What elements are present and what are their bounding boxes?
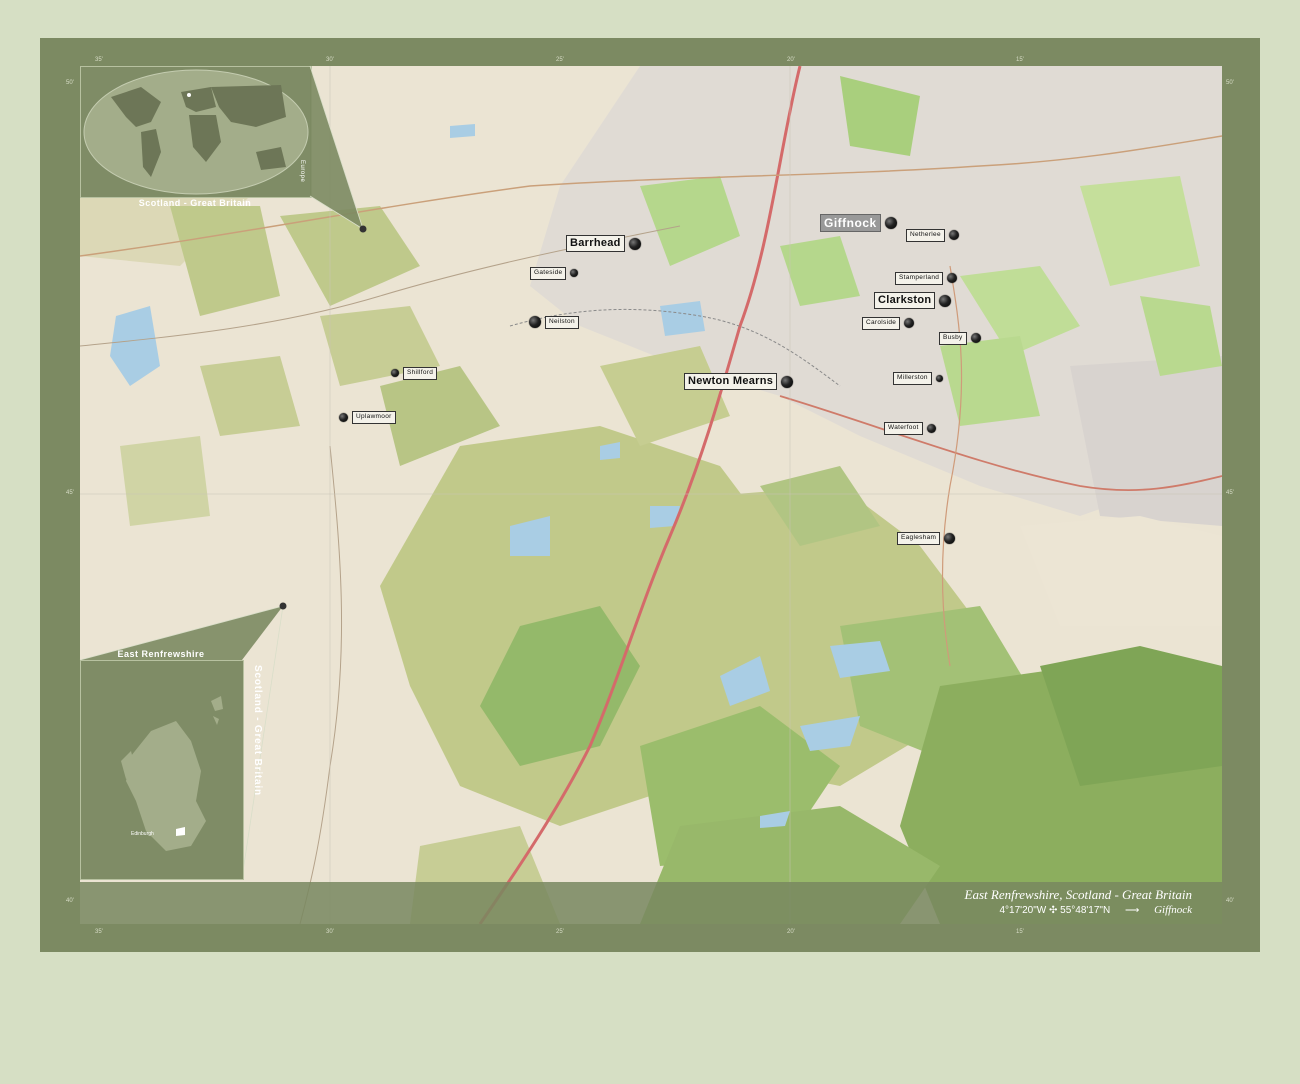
place-waterfoot[interactable]: Waterfoot — [884, 422, 936, 435]
place-carolside[interactable]: Carolside — [862, 317, 915, 330]
place-neilston[interactable]: Neilston — [529, 316, 579, 329]
place-label: Giffnock — [820, 214, 881, 232]
place-label: Waterfoot — [884, 422, 923, 435]
place-stamperland[interactable]: Stamperland — [895, 272, 958, 285]
arrow-right-icon: ⟶ — [1124, 905, 1140, 916]
place-uplawmoor[interactable]: Uplawmoor — [339, 411, 396, 424]
place-giffnock[interactable]: Giffnock — [820, 214, 897, 232]
country-locator-inset: Edinburgh — [80, 660, 244, 880]
tick-label-top: 35' — [95, 57, 103, 63]
village-marker-icon — [935, 374, 943, 382]
city-label: Edinburgh — [131, 831, 154, 837]
place-eaglesham[interactable]: Eaglesham — [897, 532, 956, 545]
capital-name: Giffnock — [1154, 904, 1192, 916]
village-marker-icon — [339, 412, 348, 422]
town-marker-icon — [947, 273, 958, 284]
map-title: East Renfrewshire, Scotland - Great Brit… — [964, 887, 1192, 902]
place-label: Carolside — [862, 317, 901, 330]
place-label: Neilston — [545, 316, 579, 329]
tick-label-bottom: 30' — [326, 929, 334, 935]
tick-label-top: 30' — [326, 57, 334, 63]
village-marker-icon — [926, 423, 936, 433]
place-label: Newton Mearns — [684, 373, 778, 390]
tick-label-top: 20' — [787, 57, 795, 63]
place-label: Netherlee — [906, 229, 945, 242]
place-netherlee[interactable]: Netherlee — [906, 229, 959, 242]
town-marker-icon — [948, 230, 959, 241]
place-label: Eaglesham — [897, 532, 941, 545]
town-marker-icon — [781, 375, 794, 388]
tick-label-bottom: 20' — [787, 929, 795, 935]
place-label: Millerston — [893, 372, 932, 385]
continent-label: Europe — [299, 160, 305, 183]
place-shillford[interactable]: Shillford — [391, 367, 438, 380]
region-inset-caption: East Renfrewshire — [117, 649, 205, 659]
place-busby[interactable]: Busby — [939, 332, 981, 345]
place-label: Clarkston — [874, 292, 936, 309]
place-label: Uplawmoor — [352, 411, 396, 424]
place-gateside[interactable]: Gateside — [530, 267, 579, 280]
city-marker-icon — [884, 217, 897, 229]
tick-label-bottom: 35' — [95, 929, 103, 935]
map-footer: East Renfrewshire, Scotland - Great Brit… — [80, 882, 1222, 924]
tick-label-right: 40' — [1226, 898, 1234, 904]
tick-label-right: 45' — [1226, 490, 1234, 496]
place-label: Shillford — [403, 367, 438, 380]
tick-label-left: 50' — [66, 80, 74, 86]
tick-label-top: 15' — [1016, 57, 1024, 63]
town-marker-icon — [944, 532, 956, 544]
tick-label-left: 45' — [66, 490, 74, 496]
town-marker-icon — [904, 318, 915, 329]
place-clarkston[interactable]: Clarkston — [874, 292, 952, 309]
place-barrhead[interactable]: Barrhead — [566, 235, 641, 252]
coordinate-text: 4°17'20"W ✣ 55°48'17"N — [999, 905, 1111, 916]
world-globe-icon — [83, 69, 309, 195]
region-inset-vertical-caption: Scotland - Great Britain — [252, 665, 263, 796]
place-label: Stamperland — [895, 272, 944, 285]
tick-label-top: 25' — [556, 57, 564, 63]
capital-coordinates: 4°17'20"W ✣ 55°48'17"N ⟶ Giffnock — [1000, 904, 1193, 916]
town-marker-icon — [628, 237, 641, 250]
town-marker-icon — [939, 294, 952, 307]
village-marker-icon — [570, 269, 579, 278]
tick-label-right: 50' — [1226, 80, 1234, 86]
world-inset-caption: Scotland - Great Britain — [138, 198, 252, 208]
place-newton-mearns[interactable]: Newton Mearns — [684, 373, 794, 390]
scotland-outline-icon — [121, 696, 223, 851]
place-label: Gateside — [530, 267, 567, 280]
world-locator-inset — [80, 66, 312, 198]
tick-label-bottom: 15' — [1016, 929, 1024, 935]
tick-label-bottom: 25' — [556, 929, 564, 935]
village-marker-icon — [391, 369, 399, 378]
place-millerston[interactable]: Millerston — [893, 372, 943, 385]
town-marker-icon — [970, 333, 981, 344]
place-label: Busby — [939, 332, 967, 345]
place-label: Barrhead — [566, 235, 625, 252]
town-marker-icon — [529, 316, 541, 329]
tick-label-left: 40' — [66, 898, 74, 904]
